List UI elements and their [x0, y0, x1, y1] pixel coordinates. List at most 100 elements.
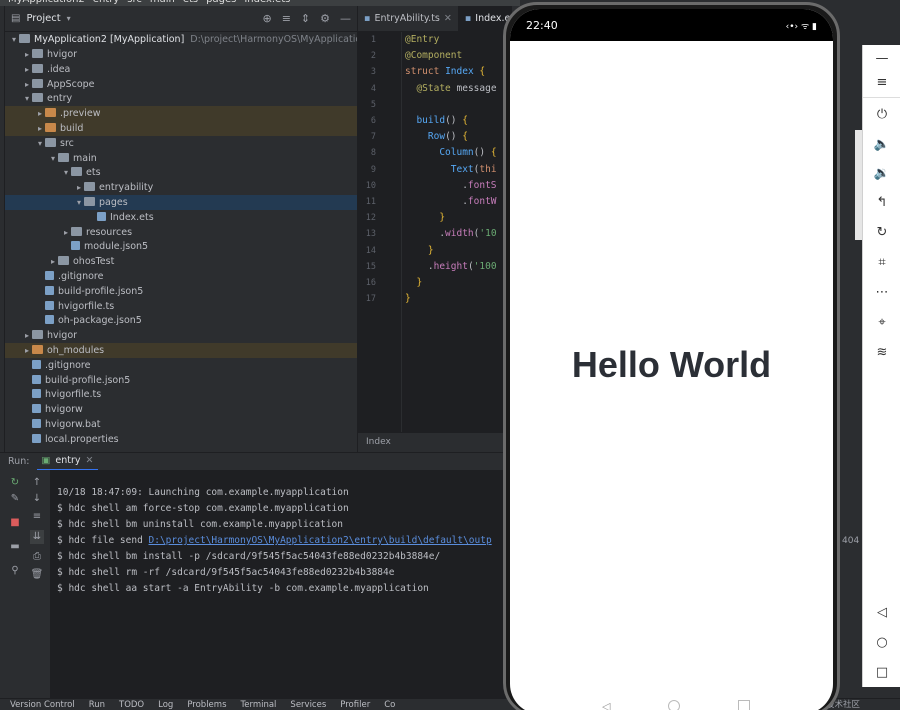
- chevron-down-icon[interactable]: ▾: [74, 195, 84, 210]
- tree-item[interactable]: module.json5: [5, 239, 357, 254]
- breadcrumb-item[interactable]: MyApplication2: [8, 0, 85, 5]
- tree-item[interactable]: ▸ .preview: [5, 106, 357, 122]
- tree-item[interactable]: ▾ ets: [5, 165, 357, 180]
- tool-version-control[interactable]: Version Control: [10, 699, 75, 710]
- tree-item[interactable]: Index.ets: [5, 210, 357, 225]
- code-editor[interactable]: 1 2 3 4 5 6 7 8 9 10 11 12 13 14 15 16 17 @Entry @Compone…: [358, 32, 512, 432]
- down-icon[interactable]: ↓: [30, 492, 44, 506]
- back-icon[interactable]: ◁: [863, 605, 900, 621]
- chevron-right-icon[interactable]: ▸: [22, 47, 32, 62]
- tree-item[interactable]: hvigorfile.ts: [5, 387, 357, 402]
- breadcrumb-item[interactable]: entry: [93, 0, 119, 5]
- chevron-right-icon[interactable]: ▸: [74, 180, 84, 195]
- power-icon[interactable]: ⏻: [863, 107, 900, 123]
- tree-item[interactable]: local.properties: [5, 432, 357, 447]
- volume-down-icon[interactable]: 🔉: [863, 166, 900, 182]
- locate-icon[interactable]: ⊕: [262, 12, 271, 25]
- chevron-down-icon[interactable]: ▾: [48, 151, 58, 166]
- pin-icon[interactable]: ⚲: [8, 564, 22, 578]
- tree-item[interactable]: oh-package.json5: [5, 313, 357, 328]
- tree-item[interactable]: ▸ hvigor: [5, 328, 357, 343]
- back-icon[interactable]: ◁: [602, 700, 614, 710]
- tree-item[interactable]: ▸ entryability: [5, 180, 357, 195]
- home-icon[interactable]: ○: [863, 635, 900, 651]
- more-icon[interactable]: ⋯: [863, 285, 900, 301]
- gear-icon[interactable]: ⚙: [320, 12, 330, 25]
- print-icon[interactable]: ⎙: [30, 550, 44, 564]
- close-icon[interactable]: ✕: [444, 13, 452, 24]
- trash-icon[interactable]: 🗑: [30, 568, 44, 582]
- stop-icon[interactable]: ■: [8, 516, 22, 530]
- tree-item[interactable]: ▾ pages: [5, 195, 357, 210]
- rotate-right-icon[interactable]: ↻: [863, 225, 900, 241]
- tree-item[interactable]: hvigorfile.ts: [5, 299, 357, 314]
- expand-all-icon[interactable]: ⇕: [301, 12, 310, 25]
- wrench-icon[interactable]: ✎: [8, 492, 22, 506]
- close-icon[interactable]: ✕: [86, 453, 94, 469]
- tool-terminal[interactable]: Terminal: [241, 699, 277, 710]
- chevron-right-icon[interactable]: ▸: [35, 106, 45, 121]
- menu-icon[interactable]: ≡: [863, 75, 900, 91]
- chevron-right-icon[interactable]: ▸: [61, 225, 71, 240]
- run-tab-entry[interactable]: ▣ entry ✕: [37, 453, 98, 471]
- tree-item[interactable]: .gitignore: [5, 269, 357, 284]
- tool-profiler[interactable]: Profiler: [340, 699, 370, 710]
- tree-item[interactable]: ▸ hvigor: [5, 47, 357, 62]
- layout-icon[interactable]: ▬: [8, 540, 22, 554]
- breadcrumb-item[interactable]: pages: [206, 0, 236, 5]
- rotate-left-icon[interactable]: ↰: [863, 195, 900, 211]
- chevron-down-icon[interactable]: ▾: [22, 91, 32, 106]
- tool-log[interactable]: Log: [158, 699, 173, 710]
- project-title[interactable]: Project: [26, 13, 60, 24]
- chevron-down-icon[interactable]: ▾: [67, 14, 71, 23]
- location-icon[interactable]: ⌖: [863, 315, 900, 331]
- tool-more[interactable]: Co: [384, 699, 395, 710]
- chevron-right-icon[interactable]: ▸: [35, 121, 45, 136]
- hide-icon[interactable]: —: [340, 12, 351, 25]
- chevron-right-icon[interactable]: ▸: [22, 77, 32, 92]
- tree-root[interactable]: ▾ MyApplication2 [MyApplication] D:\projec…: [5, 32, 357, 47]
- tree-item[interactable]: ▸ oh_modules: [5, 343, 357, 358]
- chevron-right-icon[interactable]: ▸: [22, 343, 32, 358]
- tree-item[interactable]: build-profile.json5: [5, 373, 357, 388]
- soft-wrap-icon[interactable]: ≡: [30, 510, 44, 524]
- chevron-down-icon[interactable]: ▾: [35, 136, 45, 151]
- scroll-to-end-icon[interactable]: ⇊: [30, 530, 44, 544]
- tree-item[interactable]: ▾ src: [5, 136, 357, 151]
- wifi-icon[interactable]: ≋: [863, 345, 900, 361]
- tree-item[interactable]: ▸ build: [5, 121, 357, 136]
- tool-todo[interactable]: TODO: [119, 699, 144, 710]
- minimize-icon[interactable]: —: [863, 51, 900, 67]
- tree-item[interactable]: ▸ AppScope: [5, 77, 357, 92]
- breadcrumb-item[interactable]: main: [150, 0, 175, 5]
- volume-up-icon[interactable]: 🔈: [863, 137, 900, 153]
- tree-item[interactable]: ▸ ohosTest: [5, 254, 357, 269]
- tool-problems[interactable]: Problems: [187, 699, 226, 710]
- rerun-icon[interactable]: ↻: [8, 476, 22, 490]
- chevron-down-icon[interactable]: ▾: [61, 165, 71, 180]
- chevron-right-icon[interactable]: ▸: [48, 254, 58, 269]
- breadcrumb-item[interactable]: src: [127, 0, 142, 5]
- chevron-right-icon[interactable]: ▸: [22, 62, 32, 77]
- tree-item[interactable]: ▾ entry: [5, 91, 357, 106]
- tree-item[interactable]: .gitignore: [5, 358, 357, 373]
- recents-icon[interactable]: □: [863, 665, 900, 681]
- tree-item[interactable]: hvigorw: [5, 402, 357, 417]
- up-icon[interactable]: ↑: [30, 476, 44, 490]
- tree-item[interactable]: ▸ resources: [5, 225, 357, 240]
- home-icon[interactable]: [668, 700, 680, 710]
- screenshot-icon[interactable]: ⌗: [863, 255, 900, 271]
- collapse-all-icon[interactable]: ≡: [282, 12, 291, 25]
- breadcrumb-item[interactable]: ets: [183, 0, 198, 5]
- tree-item[interactable]: ▾ main: [5, 151, 357, 166]
- tree-item[interactable]: ▸ .idea: [5, 62, 357, 77]
- run-console[interactable]: 10/18 18:47:09: Launching com.example.my…: [50, 470, 512, 698]
- tool-run[interactable]: Run: [89, 699, 105, 710]
- tree-item[interactable]: build-profile.json5: [5, 284, 357, 299]
- recents-icon[interactable]: [738, 700, 750, 710]
- project-view-icon[interactable]: ▤: [11, 13, 20, 24]
- tab-entryability[interactable]: ▪ EntryAbility.ts ✕: [358, 6, 459, 31]
- tool-services[interactable]: Services: [290, 699, 326, 710]
- breadcrumb-item[interactable]: Index.ets: [244, 0, 290, 5]
- console-path-link[interactable]: D:\project\HarmonyOS\MyApplication2\entr…: [149, 535, 492, 546]
